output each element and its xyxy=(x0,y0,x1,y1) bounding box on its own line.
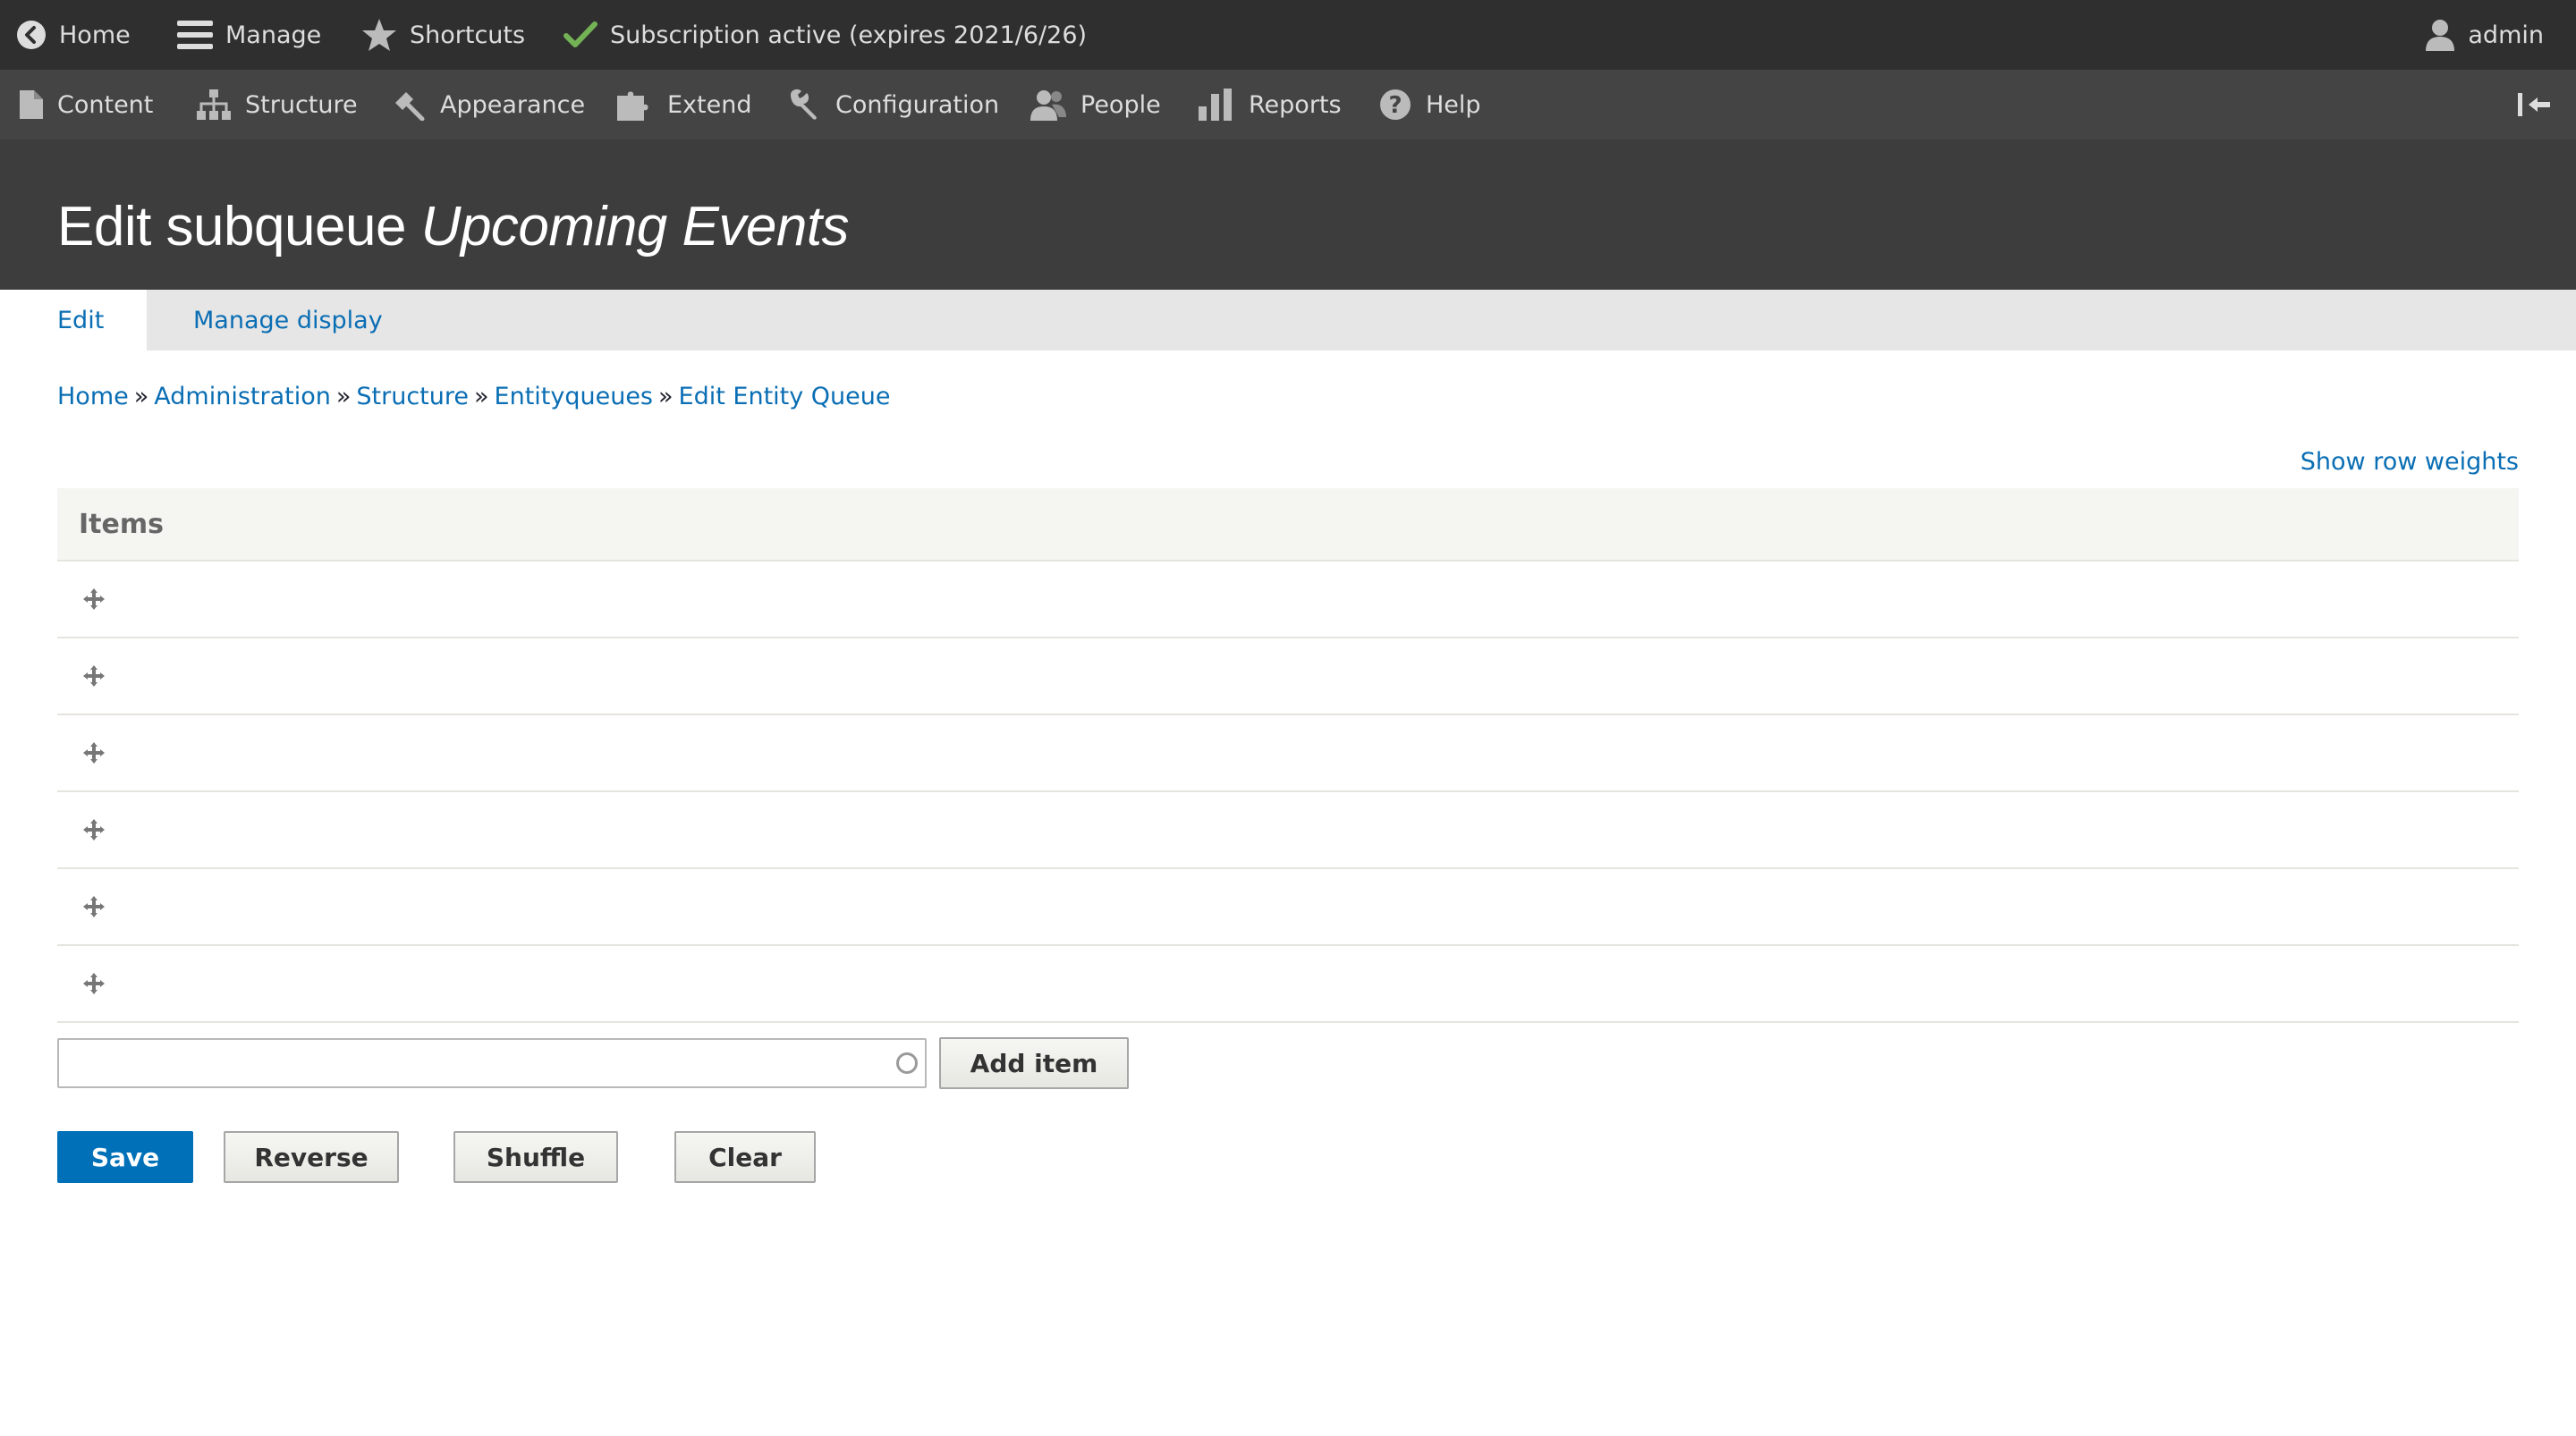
paintbrush-icon xyxy=(395,92,425,121)
tray-label: Extend xyxy=(667,90,752,119)
tray-label: Content xyxy=(57,90,154,119)
form-actions: Save Reverse Shuffle Clear xyxy=(57,1131,862,1183)
tab-edit[interactable]: Edit xyxy=(0,290,147,351)
entity-autocomplete-input[interactable] xyxy=(57,1038,927,1088)
tray-label: Appearance xyxy=(440,90,586,119)
puzzle-icon xyxy=(617,91,648,121)
manage-label: Manage xyxy=(225,21,322,49)
items-table: Items xyxy=(57,488,2519,1023)
breadcrumb-edit-entity-queue[interactable]: Edit Entity Queue xyxy=(679,383,891,410)
page-header: Edit subqueue Upcoming Events xyxy=(0,139,2576,290)
breadcrumb-separator: » xyxy=(133,383,149,410)
toolbar-bar: Home Manage Shortcuts Subscription activ… xyxy=(0,0,2576,70)
tray-label: Configuration xyxy=(835,90,1000,119)
autocomplete-throbber-icon xyxy=(896,1052,918,1074)
drag-handle-icon[interactable] xyxy=(80,816,107,843)
breadcrumb-structure[interactable]: Structure xyxy=(356,383,469,410)
add-item-row: Add item xyxy=(57,1037,1129,1089)
drag-handle-icon[interactable] xyxy=(80,663,107,689)
reverse-button[interactable]: Reverse xyxy=(224,1131,399,1183)
tray-item-content[interactable]: Content xyxy=(20,70,153,139)
toolbar-orientation-toggle[interactable] xyxy=(2512,70,2556,139)
breadcrumb-separator: » xyxy=(335,383,352,410)
tray-item-reports[interactable]: Reports xyxy=(1199,70,1342,139)
table-row xyxy=(57,869,2519,946)
drag-handle-icon[interactable] xyxy=(80,739,107,766)
table-header: Items xyxy=(57,488,2519,562)
hamburger-icon xyxy=(177,21,213,49)
svg-text:?: ? xyxy=(1388,92,1402,119)
user-menu[interactable]: admin xyxy=(2425,0,2544,70)
people-icon xyxy=(1030,90,1066,121)
star-icon xyxy=(362,19,396,51)
shortcuts-label: Shortcuts xyxy=(410,21,526,49)
drag-handle-icon[interactable] xyxy=(80,586,107,612)
tray-item-extend[interactable]: Extend xyxy=(617,70,752,139)
breadcrumb-home[interactable]: Home xyxy=(57,383,129,410)
breadcrumb-entityqueues[interactable]: Entityqueues xyxy=(495,383,653,410)
tray-item-appearance[interactable]: Appearance xyxy=(392,70,585,139)
save-button[interactable]: Save xyxy=(57,1131,193,1183)
autocomplete-wrapper xyxy=(57,1038,927,1088)
toolbar-tray: Content Structure Appearance Extend Conf… xyxy=(0,70,2576,139)
user-label: admin xyxy=(2468,21,2544,49)
tray-label: Help xyxy=(1426,90,1481,119)
user-icon xyxy=(2426,20,2455,51)
add-item-button[interactable]: Add item xyxy=(939,1037,1129,1089)
show-row-weights-link[interactable]: Show row weights xyxy=(2301,448,2519,476)
table-row xyxy=(57,638,2519,715)
shortcuts-toggle[interactable]: Shortcuts xyxy=(361,0,525,70)
tab-manage-display[interactable]: Manage display xyxy=(147,290,429,351)
breadcrumb-separator: » xyxy=(473,383,489,410)
back-arrow-icon xyxy=(17,21,46,49)
breadcrumb-separator: » xyxy=(658,383,674,410)
subscription-label: Subscription active (expires 2021/6/26) xyxy=(610,21,1088,49)
tray-item-configuration[interactable]: Configuration xyxy=(787,70,999,139)
items-column-header: Items xyxy=(79,508,164,540)
page-title: Edit subqueue Upcoming Events xyxy=(57,195,850,258)
home-link[interactable]: Home xyxy=(16,0,131,70)
file-icon xyxy=(20,90,43,119)
manage-toggle[interactable]: Manage xyxy=(177,0,321,70)
home-label: Home xyxy=(59,21,131,49)
drag-handle-icon[interactable] xyxy=(80,970,107,997)
breadcrumb-administration[interactable]: Administration xyxy=(154,383,331,410)
table-row xyxy=(57,715,2519,792)
breadcrumb: Home » Administration » Structure » Enti… xyxy=(57,383,891,410)
tray-item-people[interactable]: People xyxy=(1030,70,1161,139)
sitemap-icon xyxy=(197,89,231,120)
clear-button[interactable]: Clear xyxy=(674,1131,816,1183)
bar-chart-icon xyxy=(1199,89,1232,121)
tray-item-structure[interactable]: Structure xyxy=(197,70,358,139)
shuffle-button[interactable]: Shuffle xyxy=(453,1131,618,1183)
collapse-left-icon xyxy=(2518,93,2550,116)
drag-handle-icon[interactable] xyxy=(80,893,107,920)
subscription-status[interactable]: Subscription active (expires 2021/6/26) xyxy=(564,0,1087,70)
help-icon: ? xyxy=(1380,89,1411,120)
page-title-prefix: Edit subqueue xyxy=(57,196,406,258)
page-title-emphasis: Upcoming Events xyxy=(420,196,850,258)
wrench-icon xyxy=(791,89,817,120)
tray-item-help[interactable]: ? Help xyxy=(1379,70,1481,139)
tray-label: Structure xyxy=(245,90,358,119)
tray-label: People xyxy=(1080,90,1161,119)
table-row xyxy=(57,946,2519,1023)
table-row xyxy=(57,562,2519,638)
primary-tabs: Edit Manage display xyxy=(0,290,2576,351)
checkmark-icon xyxy=(564,21,597,47)
table-row xyxy=(57,792,2519,869)
tray-label: Reports xyxy=(1249,90,1342,119)
